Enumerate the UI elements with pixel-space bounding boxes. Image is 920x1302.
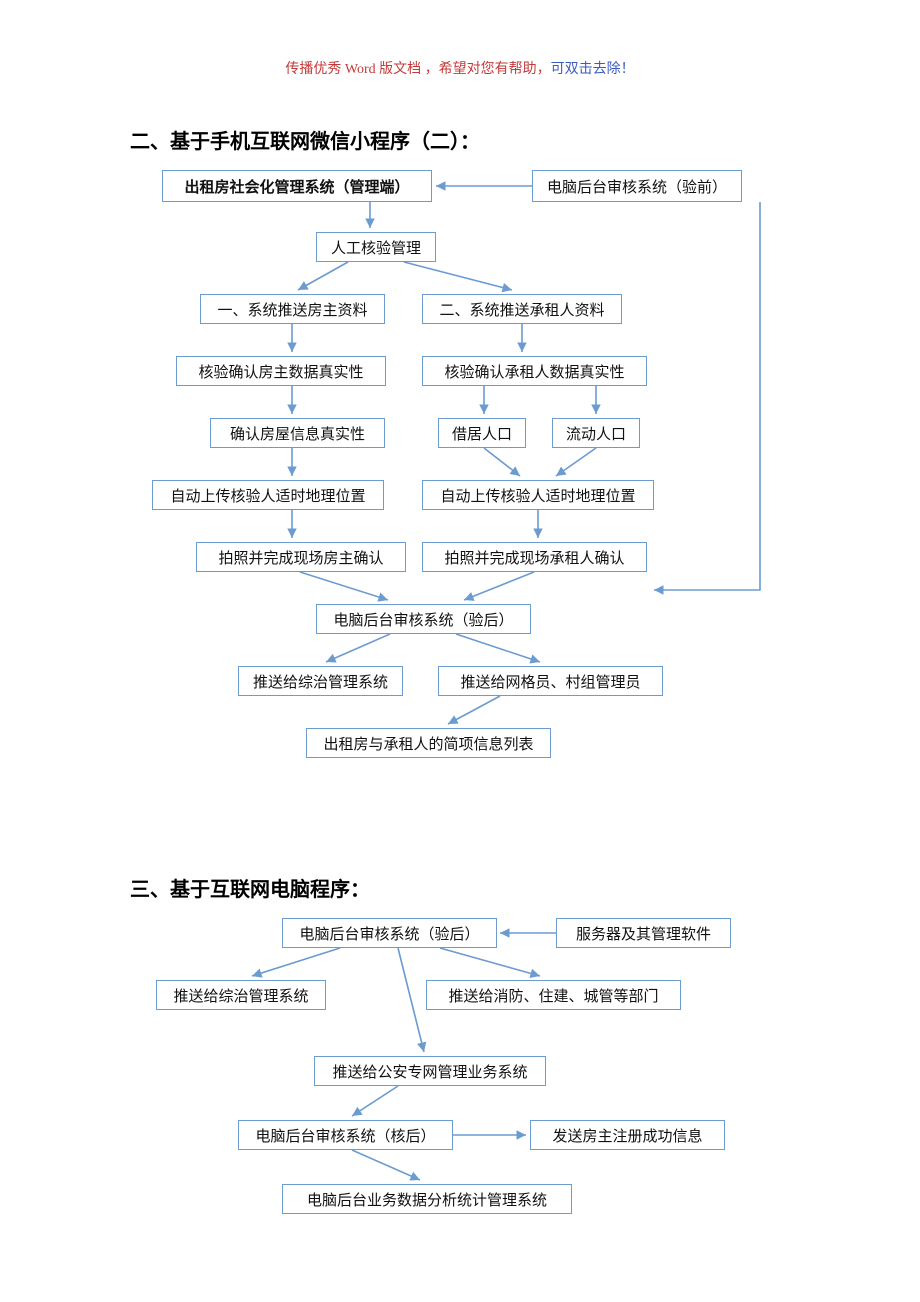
d1-box-tenant-verify: 核验确认承租人数据真实性 (422, 356, 647, 386)
d2-box-send-success: 发送房主注册成功信息 (530, 1120, 725, 1150)
watermark-part2: 可双击去除！ (551, 62, 635, 77)
d2-box-push-police: 推送给公安专网管理业务系统 (314, 1056, 546, 1086)
d1-box-push-zhi: 推送给综治管理系统 (238, 666, 403, 696)
d1-box-push-grid: 推送给网格员、村组管理员 (438, 666, 663, 696)
document-page: 传播优秀 Word 版文档 ，希望对您有帮助，可双击去除！ 二、基于手机互联网微… (0, 0, 920, 1302)
d1-box-push-owner: 一、系统推送房主资料 (200, 294, 385, 324)
d1-box-floating: 流动人口 (552, 418, 640, 448)
d1-box-photo-tenant: 拍照并完成现场承租人确认 (422, 542, 647, 572)
d2-box-check-after: 电脑后台审核系统（核后） (238, 1120, 453, 1150)
d2-box-server: 服务器及其管理软件 (556, 918, 731, 948)
d2-box-stats: 电脑后台业务数据分析统计管理系统 (282, 1184, 572, 1214)
header-watermark: 传播优秀 Word 版文档 ，希望对您有帮助，可双击去除！ (0, 58, 920, 78)
d1-box-list: 出租房与承租人的简项信息列表 (306, 728, 551, 758)
d1-box-lodger: 借居人口 (438, 418, 526, 448)
d1-box-upload-loc-tenant: 自动上传核验人适时地理位置 (422, 480, 654, 510)
d1-box-mgmt-system: 出租房社会化管理系统（管理端） (162, 170, 432, 202)
d1-box-push-tenant: 二、系统推送承租人资料 (422, 294, 622, 324)
d2-box-push-fire: 推送给消防、住建、城管等部门 (426, 980, 681, 1010)
d1-box-postaudit: 电脑后台审核系统（验后） (316, 604, 531, 634)
flowchart-arrows (0, 0, 920, 1302)
watermark-part1: 传播优秀 Word 版文档 ，希望对您有帮助， (285, 62, 550, 77)
d1-box-house-verify: 确认房屋信息真实性 (210, 418, 385, 448)
d1-box-photo-owner: 拍照并完成现场房主确认 (196, 542, 406, 572)
section-heading-3: 三、基于互联网电脑程序： (130, 873, 370, 902)
d1-box-preaudit: 电脑后台审核系统（验前） (532, 170, 742, 202)
d1-box-upload-loc-owner: 自动上传核验人适时地理位置 (152, 480, 384, 510)
d2-box-push-zhi: 推送给综治管理系统 (156, 980, 326, 1010)
d1-box-manual-verify: 人工核验管理 (316, 232, 436, 262)
section-heading-2: 二、基于手机互联网微信小程序（二）： (130, 125, 480, 154)
d2-box-postaudit: 电脑后台审核系统（验后） (282, 918, 497, 948)
d1-box-owner-verify: 核验确认房主数据真实性 (176, 356, 386, 386)
